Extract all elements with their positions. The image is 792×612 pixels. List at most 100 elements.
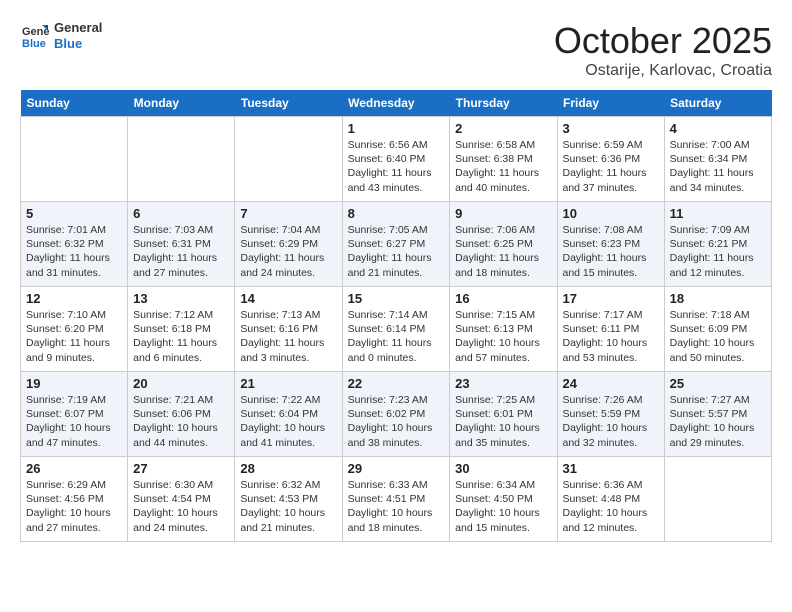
day-info: Sunrise: 7:12 AM Sunset: 6:18 PM Dayligh… <box>133 308 229 365</box>
weekday-header-cell: Friday <box>557 90 664 117</box>
day-number: 14 <box>240 291 336 306</box>
day-number: 24 <box>563 376 659 391</box>
calendar-cell: 9 Sunrise: 7:06 AM Sunset: 6:25 PM Daylig… <box>450 202 557 287</box>
day-info: Sunrise: 7:10 AM Sunset: 6:20 PM Dayligh… <box>26 308 122 365</box>
day-info: Sunrise: 7:06 AM Sunset: 6:25 PM Dayligh… <box>455 223 551 280</box>
day-info: Sunrise: 7:27 AM Sunset: 5:57 PM Dayligh… <box>670 393 766 450</box>
calendar-cell: 3 Sunrise: 6:59 AM Sunset: 6:36 PM Daylig… <box>557 117 664 202</box>
day-info: Sunrise: 7:05 AM Sunset: 6:27 PM Dayligh… <box>348 223 445 280</box>
calendar-body: 1 Sunrise: 6:56 AM Sunset: 6:40 PM Daylig… <box>21 117 772 542</box>
day-number: 27 <box>133 461 229 476</box>
day-number: 23 <box>455 376 551 391</box>
calendar-cell: 4Sunrise: 7:00 AM Sunset: 6:34 PM Daylig… <box>664 117 771 202</box>
calendar-cell: 11 Sunrise: 7:09 AM Sunset: 6:21 PM Dayli… <box>664 202 771 287</box>
day-info: Sunrise: 7:03 AM Sunset: 6:31 PM Dayligh… <box>133 223 229 280</box>
day-info: Sunrise: 7:25 AM Sunset: 6:01 PM Dayligh… <box>455 393 551 450</box>
day-number: 2 <box>455 121 551 136</box>
page-header: General Blue General Blue October 2025 O… <box>20 20 772 80</box>
day-info: Sunrise: 7:13 AM Sunset: 6:16 PM Dayligh… <box>240 308 336 365</box>
calendar-week-row: 19 Sunrise: 7:19 AM Sunset: 6:07 PM Dayli… <box>21 372 772 457</box>
calendar-cell: 13 Sunrise: 7:12 AM Sunset: 6:18 PM Dayli… <box>128 287 235 372</box>
day-number: 7 <box>240 206 336 221</box>
weekday-header-cell: Sunday <box>21 90 128 117</box>
day-info: Sunrise: 7:09 AM Sunset: 6:21 PM Dayligh… <box>670 223 766 280</box>
day-number: 10 <box>563 206 659 221</box>
day-number: 1 <box>348 121 445 136</box>
calendar-cell: 31 Sunrise: 6:36 AM Sunset: 4:48 PM Dayli… <box>557 457 664 542</box>
day-info: Sunrise: 7:18 AM Sunset: 6:09 PM Dayligh… <box>670 308 766 365</box>
calendar-cell <box>664 457 771 542</box>
calendar-cell <box>128 117 235 202</box>
location: Ostarije, Karlovac, Croatia <box>554 62 772 80</box>
calendar-cell: 23 Sunrise: 7:25 AM Sunset: 6:01 PM Dayli… <box>450 372 557 457</box>
day-number: 30 <box>455 461 551 476</box>
day-info: Sunrise: 6:56 AM Sunset: 6:40 PM Dayligh… <box>348 138 445 195</box>
title-block: October 2025 Ostarije, Karlovac, Croatia <box>554 20 772 80</box>
calendar-cell: 22 Sunrise: 7:23 AM Sunset: 6:02 PM Dayli… <box>342 372 450 457</box>
day-number: 4 <box>670 121 766 136</box>
logo-text: General Blue <box>54 20 102 51</box>
day-info: Sunrise: 6:34 AM Sunset: 4:50 PM Dayligh… <box>455 478 551 535</box>
calendar-cell: 24 Sunrise: 7:26 AM Sunset: 5:59 PM Dayli… <box>557 372 664 457</box>
day-info: Sunrise: 6:59 AM Sunset: 6:36 PM Dayligh… <box>563 138 659 195</box>
calendar-cell: 18 Sunrise: 7:18 AM Sunset: 6:09 PM Dayli… <box>664 287 771 372</box>
day-info: Sunrise: 7:17 AM Sunset: 6:11 PM Dayligh… <box>563 308 659 365</box>
day-info: Sunrise: 7:08 AM Sunset: 6:23 PM Dayligh… <box>563 223 659 280</box>
weekday-header-cell: Wednesday <box>342 90 450 117</box>
day-number: 13 <box>133 291 229 306</box>
calendar-cell <box>21 117 128 202</box>
calendar-week-row: 5 Sunrise: 7:01 AM Sunset: 6:32 PM Daylig… <box>21 202 772 287</box>
day-number: 31 <box>563 461 659 476</box>
calendar-cell: 29 Sunrise: 6:33 AM Sunset: 4:51 PM Dayli… <box>342 457 450 542</box>
day-info: Sunrise: 7:21 AM Sunset: 6:06 PM Dayligh… <box>133 393 229 450</box>
calendar-cell: 2 Sunrise: 6:58 AM Sunset: 6:38 PM Daylig… <box>450 117 557 202</box>
day-number: 29 <box>348 461 445 476</box>
day-number: 12 <box>26 291 122 306</box>
weekday-header-cell: Saturday <box>664 90 771 117</box>
calendar-cell: 20 Sunrise: 7:21 AM Sunset: 6:06 PM Dayli… <box>128 372 235 457</box>
day-info: Sunrise: 7:19 AM Sunset: 6:07 PM Dayligh… <box>26 393 122 450</box>
calendar-cell: 10 Sunrise: 7:08 AM Sunset: 6:23 PM Dayli… <box>557 202 664 287</box>
day-number: 22 <box>348 376 445 391</box>
weekday-header-cell: Tuesday <box>235 90 342 117</box>
calendar-cell: 30 Sunrise: 6:34 AM Sunset: 4:50 PM Dayli… <box>450 457 557 542</box>
day-number: 17 <box>563 291 659 306</box>
calendar-cell: 8 Sunrise: 7:05 AM Sunset: 6:27 PM Daylig… <box>342 202 450 287</box>
day-number: 15 <box>348 291 445 306</box>
day-info: Sunrise: 6:58 AM Sunset: 6:38 PM Dayligh… <box>455 138 551 195</box>
calendar-cell: 21 Sunrise: 7:22 AM Sunset: 6:04 PM Dayli… <box>235 372 342 457</box>
day-info: Sunrise: 7:15 AM Sunset: 6:13 PM Dayligh… <box>455 308 551 365</box>
day-info: Sunrise: 6:33 AM Sunset: 4:51 PM Dayligh… <box>348 478 445 535</box>
calendar-cell: 17 Sunrise: 7:17 AM Sunset: 6:11 PM Dayli… <box>557 287 664 372</box>
day-number: 19 <box>26 376 122 391</box>
day-number: 16 <box>455 291 551 306</box>
day-number: 18 <box>670 291 766 306</box>
calendar-cell: 19 Sunrise: 7:19 AM Sunset: 6:07 PM Dayli… <box>21 372 128 457</box>
day-info: Sunrise: 7:22 AM Sunset: 6:04 PM Dayligh… <box>240 393 336 450</box>
day-info: Sunrise: 6:32 AM Sunset: 4:53 PM Dayligh… <box>240 478 336 535</box>
day-info: Sunrise: 6:36 AM Sunset: 4:48 PM Dayligh… <box>563 478 659 535</box>
day-number: 5 <box>26 206 122 221</box>
day-info: Sunrise: 7:26 AM Sunset: 5:59 PM Dayligh… <box>563 393 659 450</box>
weekday-header-cell: Thursday <box>450 90 557 117</box>
day-number: 3 <box>563 121 659 136</box>
day-number: 20 <box>133 376 229 391</box>
calendar-cell: 28Sunrise: 6:32 AM Sunset: 4:53 PM Dayli… <box>235 457 342 542</box>
day-info: Sunrise: 7:14 AM Sunset: 6:14 PM Dayligh… <box>348 308 445 365</box>
day-info: Sunrise: 6:30 AM Sunset: 4:54 PM Dayligh… <box>133 478 229 535</box>
calendar-cell: 26Sunrise: 6:29 AM Sunset: 4:56 PM Dayli… <box>21 457 128 542</box>
day-number: 8 <box>348 206 445 221</box>
day-number: 11 <box>670 206 766 221</box>
day-number: 21 <box>240 376 336 391</box>
day-info: Sunrise: 7:01 AM Sunset: 6:32 PM Dayligh… <box>26 223 122 280</box>
calendar-cell: 14 Sunrise: 7:13 AM Sunset: 6:16 PM Dayli… <box>235 287 342 372</box>
day-info: Sunrise: 7:23 AM Sunset: 6:02 PM Dayligh… <box>348 393 445 450</box>
calendar-cell: 16 Sunrise: 7:15 AM Sunset: 6:13 PM Dayli… <box>450 287 557 372</box>
calendar-cell: 5 Sunrise: 7:01 AM Sunset: 6:32 PM Daylig… <box>21 202 128 287</box>
weekday-header-row: SundayMondayTuesdayWednesdayThursdayFrid… <box>21 90 772 117</box>
weekday-header-cell: Monday <box>128 90 235 117</box>
day-number: 9 <box>455 206 551 221</box>
calendar-week-row: 1 Sunrise: 6:56 AM Sunset: 6:40 PM Daylig… <box>21 117 772 202</box>
calendar-cell: 15 Sunrise: 7:14 AM Sunset: 6:14 PM Dayli… <box>342 287 450 372</box>
calendar-cell: 25Sunrise: 7:27 AM Sunset: 5:57 PM Dayli… <box>664 372 771 457</box>
